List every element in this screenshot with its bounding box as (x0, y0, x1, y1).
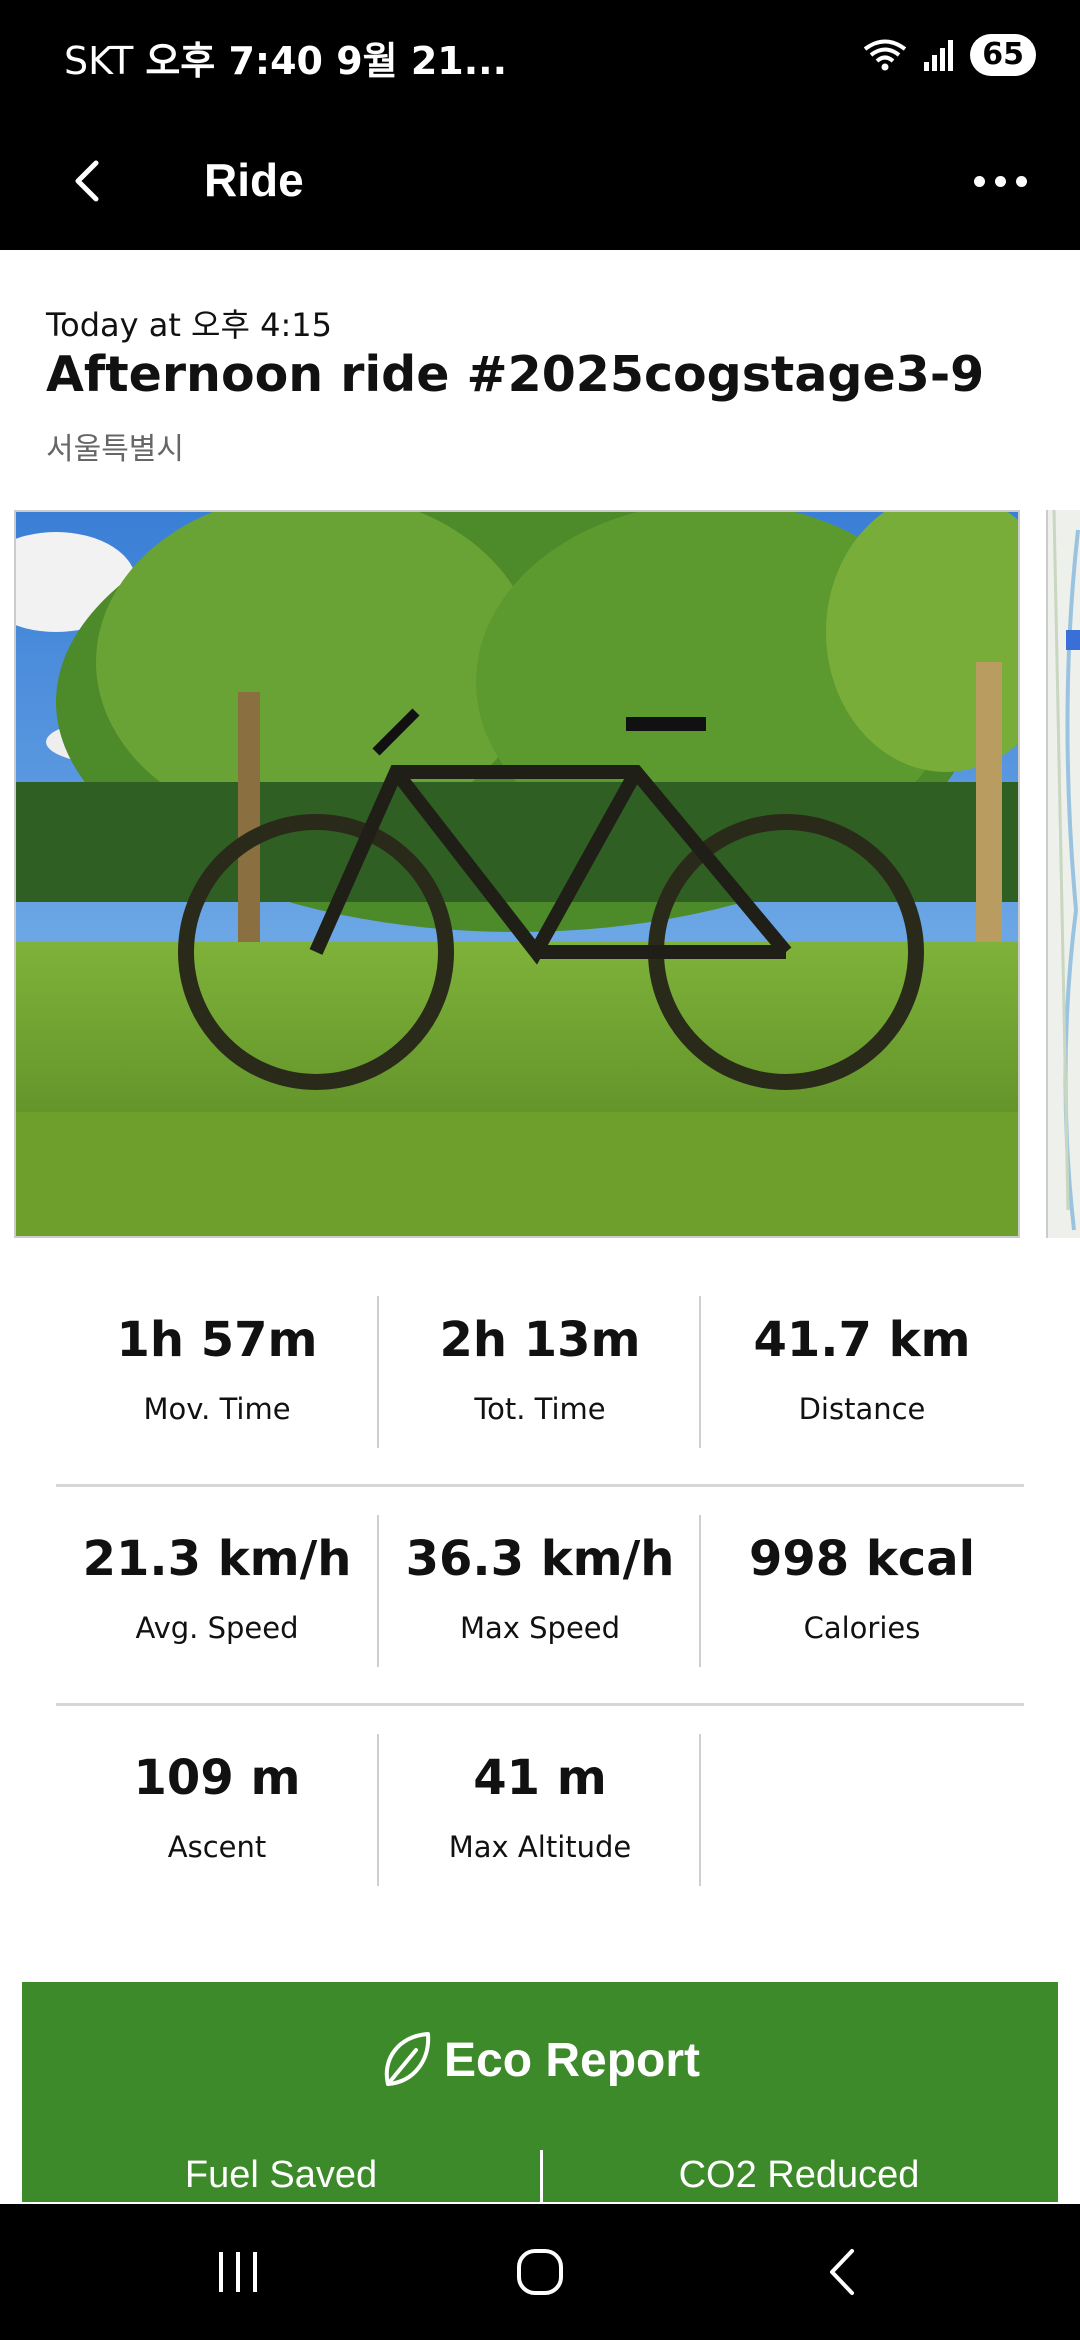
eco-report-card[interactable]: Eco Report Fuel Saved CO2 Reduced (22, 1982, 1058, 2210)
recents-icon (219, 2252, 257, 2292)
stat-max-altitude: 41 m Max Altitude (379, 1734, 701, 1886)
stat-label: Calories (803, 1611, 921, 1645)
ride-photo[interactable] (14, 510, 1020, 1238)
stat-value: 998 kcal (748, 1531, 976, 1587)
time-date-label: 오후 7:40 9월 21... (145, 39, 508, 83)
ride-date: Today at 오후 4:15 (46, 306, 332, 344)
back-button[interactable] (52, 146, 122, 216)
app-bar: Ride (0, 112, 1080, 250)
stat-value: 41 m (473, 1750, 607, 1806)
stat-moving-time: 1h 57m Mov. Time (56, 1296, 378, 1448)
status-bar: SKT 오후 7:40 9월 21... 65 (0, 0, 1080, 112)
page-title: Ride (204, 154, 304, 206)
stat-calories: 998 kcal Calories (701, 1515, 1023, 1667)
fuel-saved-label: Fuel Saved (184, 2154, 378, 2196)
more-options-button[interactable] (960, 146, 1040, 216)
stat-label: Max Speed (459, 1611, 621, 1645)
stat-value: 109 m (133, 1750, 301, 1806)
stat-label: Ascent (167, 1830, 267, 1864)
chevron-left-icon (75, 160, 99, 202)
recents-button[interactable] (198, 2240, 278, 2304)
system-nav-bar (0, 2204, 1080, 2340)
bike-photo-image (16, 512, 1018, 1236)
signal-icon (924, 40, 954, 71)
stat-value: 36.3 km/h (405, 1531, 675, 1587)
ride-title: Afternoon ride #2025cogstage3-9 (46, 346, 985, 403)
leaf-icon (384, 2032, 430, 2086)
stat-total-time: 2h 13m Tot. Time (379, 1296, 701, 1448)
back-icon (830, 2249, 854, 2295)
stat-value: 21.3 km/h (82, 1531, 352, 1587)
stat-label: Distance (798, 1392, 926, 1426)
nav-back-button[interactable] (802, 2240, 882, 2304)
stat-label: Mov. Time (143, 1392, 291, 1426)
route-map-image (1048, 510, 1080, 1238)
stat-label: Tot. Time (474, 1392, 606, 1426)
stat-distance: 41.7 km Distance (701, 1296, 1023, 1448)
co2-reduced-label: CO2 Reduced (678, 2154, 920, 2196)
wifi-icon (864, 39, 907, 71)
stat-value: 41.7 km (753, 1312, 971, 1368)
stat-ascent: 109 m Ascent (56, 1734, 378, 1886)
home-button[interactable] (500, 2240, 580, 2304)
divider (56, 1703, 1024, 1706)
divider (699, 1734, 701, 1886)
stat-value: 2h 13m (439, 1312, 641, 1368)
stat-average-speed: 21.3 km/h Avg. Speed (56, 1515, 378, 1667)
stat-label: Max Altitude (448, 1830, 632, 1864)
map-thumbnail[interactable] (1046, 510, 1080, 1238)
status-icons: 65 (862, 34, 1036, 76)
stat-max-speed: 36.3 km/h Max Speed (379, 1515, 701, 1667)
more-horizontal-icon (973, 175, 985, 187)
home-icon (517, 2249, 563, 2295)
battery-icon: 65 (970, 34, 1036, 76)
carrier-label: SKT (64, 39, 134, 83)
stat-value: 1h 57m (116, 1312, 318, 1368)
status-time: SKT 오후 7:40 9월 21... (64, 30, 507, 85)
divider (56, 1484, 1024, 1487)
eco-report-title: Eco Report (22, 2030, 1058, 2090)
stat-label: Avg. Speed (135, 1611, 299, 1645)
ride-location: 서울특별시 (46, 432, 184, 467)
eco-report-label: Eco Report (443, 2033, 701, 2087)
